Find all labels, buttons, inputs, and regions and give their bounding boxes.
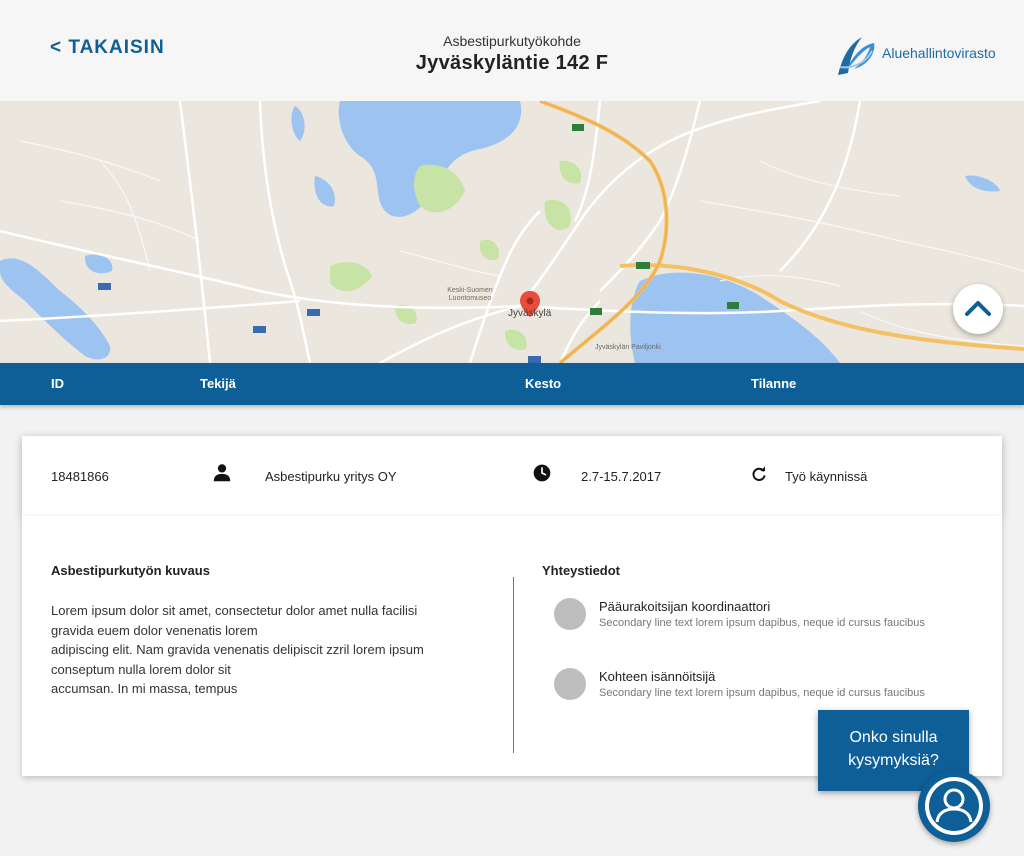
chat-avatar-button[interactable]	[918, 770, 990, 842]
map-label-city: Jyväskylä	[508, 308, 552, 319]
logo-text: Aluehallintovirasto	[882, 45, 996, 61]
description-text: Lorem ipsum dolor sit amet, consectetur …	[51, 601, 441, 699]
table-row[interactable]: 18481866 Asbestipurku yritys OY 2.7-15.7…	[22, 436, 1002, 516]
contacts-title: Yhteystiedot	[542, 563, 621, 578]
description-line: Lorem ipsum dolor sit amet, consectetur …	[51, 603, 418, 638]
cell-tekija: Asbestipurku yritys OY	[265, 469, 397, 484]
person-icon	[213, 464, 231, 482]
title-block: Asbestipurkutyökohde Jyväskyläntie 142 F	[312, 33, 712, 75]
column-header-kesto[interactable]: Kesto	[525, 376, 561, 391]
questions-label: Onko sinulla kysymyksiä?	[848, 728, 939, 769]
map-canvas	[0, 101, 1024, 363]
chevron-up-icon	[965, 301, 991, 316]
logo: Aluehallintovirasto	[832, 30, 997, 78]
table-header: ID Tekijä Kesto Tilanne	[0, 363, 1024, 405]
contact-primary: Kohteen isännöitsijä	[599, 669, 716, 684]
contact-secondary: Secondary line text lorem ipsum dapibus,…	[599, 687, 925, 699]
contact-secondary: Secondary line text lorem ipsum dapibus,…	[599, 617, 925, 629]
cell-kesto: 2.7-15.7.2017	[581, 469, 662, 484]
back-button[interactable]: < TAKAISIN	[50, 37, 165, 59]
clock-icon	[533, 464, 551, 482]
column-header-id[interactable]: ID	[51, 376, 64, 391]
cell-tilanne: Työ käynnissä	[785, 469, 868, 484]
page-subtitle: Asbestipurkutyökohde	[443, 33, 581, 49]
column-header-tekija[interactable]: Tekijä	[200, 376, 236, 391]
contact-primary: Pääurakoitsijan koordinaattori	[599, 599, 771, 614]
description-title: Asbestipurkutyön kuvaus	[51, 563, 210, 578]
map-label-pavilion: Jyväskylän Paviljonki	[595, 344, 661, 351]
column-header-tilanne[interactable]: Tilanne	[751, 376, 796, 391]
map-label-museum: Keski-Suomen Luontomuseo	[447, 287, 493, 302]
page-title: Jyväskyläntie 142 F	[415, 52, 609, 74]
map-view[interactable]: Jyväskylä Keski-Suomen Luontomuseo Jyväs…	[0, 101, 1024, 363]
cell-id: 18481866	[51, 469, 109, 484]
user-avatar-icon	[925, 777, 983, 835]
description-line: adipiscing elit. Nam gravida venenatis d…	[51, 642, 424, 677]
logo-mark-icon	[838, 37, 875, 75]
avatar	[554, 598, 586, 630]
avatar	[554, 668, 586, 700]
refresh-icon	[752, 466, 766, 481]
collapse-map-button[interactable]	[953, 284, 1003, 334]
description-line: accumsan. In mi massa, tempus	[51, 681, 238, 696]
app-header: < TAKAISIN Asbestipurkutyökohde Jyväskyl…	[0, 0, 1024, 101]
divider	[513, 577, 514, 753]
